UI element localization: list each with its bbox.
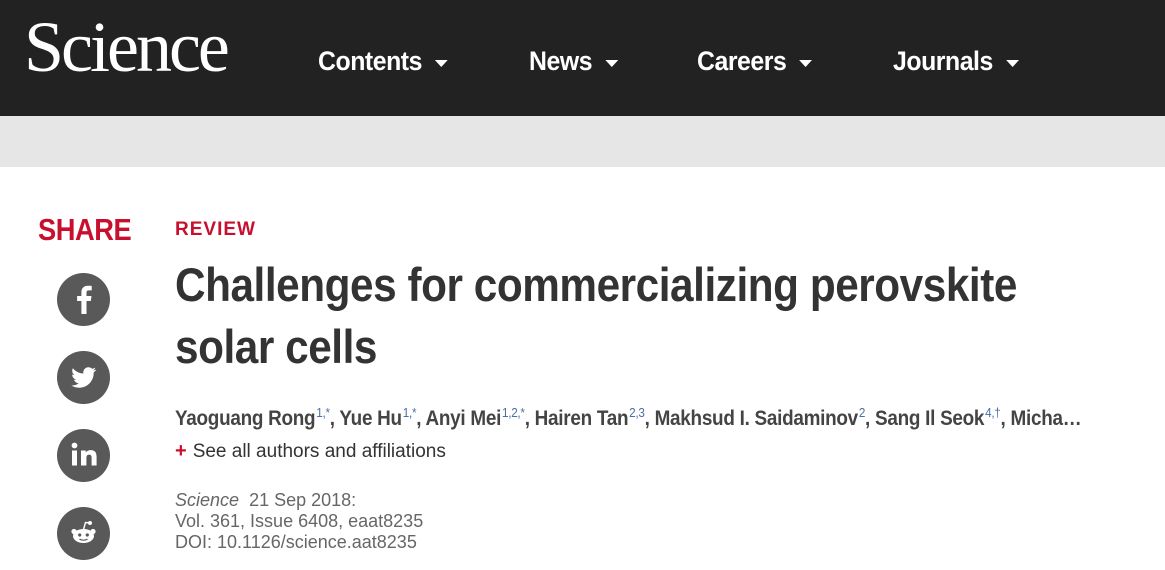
publication-date: 21 Sep 2018: xyxy=(249,490,357,510)
reddit-icon xyxy=(71,521,96,543)
author-list: Yaoguang Rong1,*, Yue Hu1,*, Anyi Mei1,2… xyxy=(175,405,1082,430)
author-name[interactable]: Hairen Tan xyxy=(535,407,629,430)
nav-news[interactable]: News xyxy=(529,41,618,81)
citation-info: Science 21 Sep 2018: Vol. 361, Issue 640… xyxy=(175,490,423,553)
author-affiliation[interactable]: 2,3 xyxy=(629,405,645,420)
twitter-icon xyxy=(71,367,97,388)
facebook-icon xyxy=(77,285,92,314)
author-name[interactable]: Yue Hu xyxy=(339,407,402,430)
author-name[interactable]: Anyi Mei xyxy=(426,407,502,430)
science-logo[interactable]: Science xyxy=(24,4,230,90)
top-navigation-bar: Science Contents News Careers Journals xyxy=(0,0,1165,116)
journal-name: Science xyxy=(175,490,240,510)
plus-icon: + xyxy=(175,440,187,462)
author-name[interactable]: Yaoguang Rong xyxy=(175,407,316,430)
sub-header-bar xyxy=(0,116,1165,167)
article-title-line-1: Challenges for commercializing perovskit… xyxy=(175,258,1017,311)
author-affiliation[interactable]: 4,† xyxy=(985,405,1001,420)
author-name[interactable]: Makhsud I. Saidaminov xyxy=(655,407,859,430)
nav-contents-label: Contents xyxy=(318,45,422,76)
chevron-down-icon xyxy=(1005,59,1019,67)
chevron-down-icon xyxy=(799,59,813,67)
nav-journals[interactable]: Journals xyxy=(893,41,1019,81)
nav-contents[interactable]: Contents xyxy=(318,41,448,81)
author-name[interactable]: Sang Il Seok xyxy=(875,407,984,430)
share-twitter-button[interactable] xyxy=(57,351,110,404)
author-name[interactable]: Micha… xyxy=(1011,407,1082,430)
linkedin-icon xyxy=(71,442,97,466)
share-reddit-button[interactable] xyxy=(57,507,110,560)
nav-careers-label: Careers xyxy=(697,45,787,76)
share-linkedin-button[interactable] xyxy=(57,429,110,482)
chevron-down-icon xyxy=(434,59,448,67)
article-title: Challenges for commercializing perovskit… xyxy=(175,254,1039,378)
article-type-label: REVIEW xyxy=(175,219,256,240)
article-title-line-2: solar cells xyxy=(175,320,377,373)
nav-news-label: News xyxy=(529,45,593,76)
share-facebook-button[interactable] xyxy=(57,273,110,326)
author-affiliation[interactable]: 1,* xyxy=(316,405,330,420)
doi[interactable]: DOI: 10.1126/science.aat8235 xyxy=(175,532,423,553)
nav-journals-label: Journals xyxy=(893,45,993,76)
share-heading: SHARE xyxy=(38,212,132,247)
author-affiliation[interactable]: 2 xyxy=(859,405,866,420)
nav-careers[interactable]: Careers xyxy=(697,41,813,81)
chevron-down-icon xyxy=(604,59,618,67)
author-affiliation[interactable]: 1,2,* xyxy=(502,405,525,420)
author-affiliation[interactable]: 1,* xyxy=(403,405,417,420)
see-all-authors-label: See all authors and affiliations xyxy=(192,440,446,462)
citation-journal-date: Science 21 Sep 2018: xyxy=(175,490,423,511)
volume-issue: Vol. 361, Issue 6408, eaat8235 xyxy=(175,511,424,531)
see-all-authors-link[interactable]: + See all authors and affiliations xyxy=(175,440,446,463)
